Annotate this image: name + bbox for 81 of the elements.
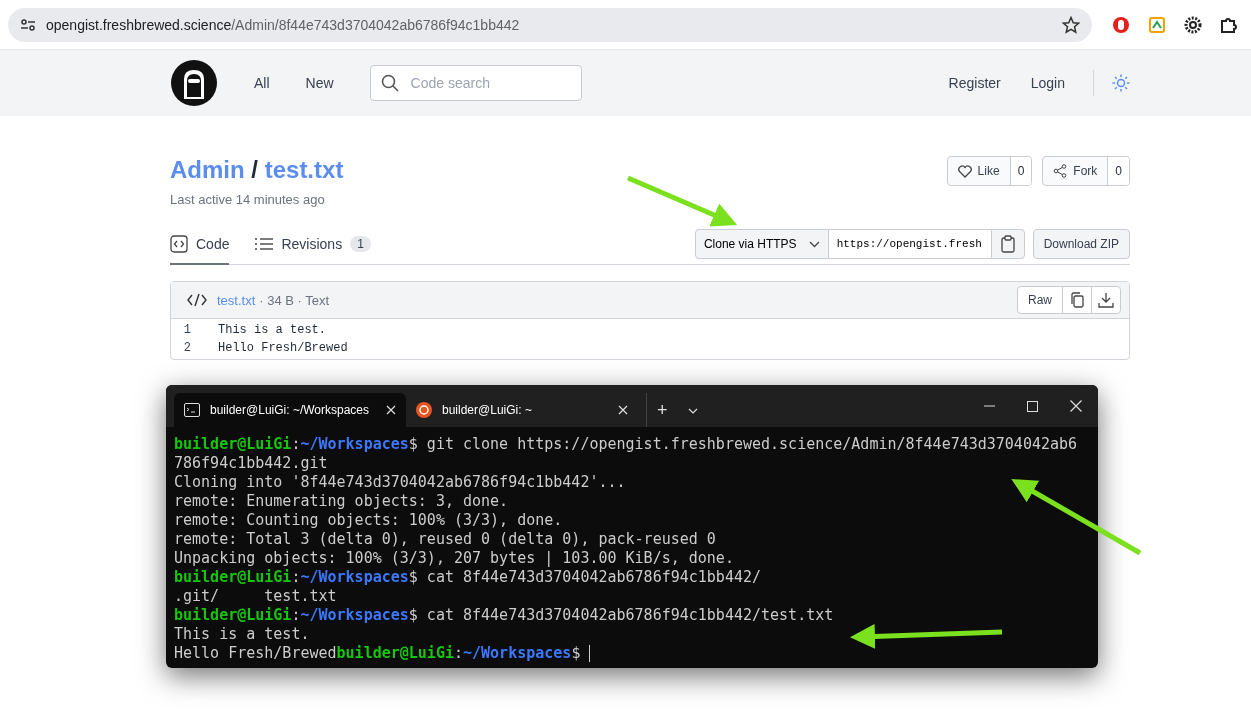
prompt-user: builder@LuiGi	[174, 568, 292, 586]
terminal-text: :	[291, 435, 301, 453]
terminal-tab[interactable]: builder@LuiGi: ~	[406, 393, 638, 427]
nav-link[interactable]: All	[254, 75, 270, 91]
chevron-down-icon[interactable]	[687, 408, 698, 414]
code-line: This is a test.	[218, 323, 327, 337]
chevron-down-icon	[808, 240, 820, 248]
nav-link[interactable]: New	[305, 75, 334, 91]
terminal-text: $ git clone https://opengist.freshbrewed.science/Admin/8f44e743d3704042ab6	[408, 435, 1078, 453]
prompt-path: ~/Workspaces	[300, 606, 409, 624]
last-active-text: Last active 14 minutes ago	[170, 192, 326, 207]
nav-link[interactable]: Register	[948, 75, 1001, 91]
file-meta: · 34 B · Text	[259, 292, 330, 308]
fork-count: 0	[1107, 157, 1129, 185]
terminal-icon	[184, 403, 200, 417]
extension-icon[interactable]	[1112, 15, 1130, 34]
maximize-icon[interactable]	[1027, 400, 1038, 412]
prompt-user: builder@LuiGi	[336, 644, 454, 662]
title-separator: /	[251, 156, 258, 183]
terminal-text: This is a test.	[174, 625, 310, 643]
star-icon[interactable]	[1062, 15, 1080, 34]
code-icon	[170, 235, 188, 253]
terminal-text: Unpacking objects: 100% (3/3), 207 bytes | 103.00 KiB/s, done.	[174, 549, 734, 567]
terminal-text: remote: Counting objects: 100% (3/3), done.	[174, 511, 563, 529]
terminal-text: :	[291, 568, 301, 586]
terminal-text: :	[453, 644, 463, 662]
terminal-text: 786f94c1bb442.git	[174, 454, 328, 472]
prompt-path: ~/Workspaces	[300, 435, 409, 453]
terminal-text: $ cat 8f44e743d3704042ab6786f94c1bb442/	[408, 568, 761, 586]
copy-button[interactable]	[990, 229, 1025, 259]
nav-link[interactable]: Login	[1030, 75, 1065, 91]
terminal-tab-title: builder@LuiGi: ~	[442, 403, 532, 417]
address-bar[interactable]: opengist.freshbrewed.science/Admin/8f44e743d3704042ab6786f94c1bb442	[8, 7, 1092, 42]
code-icon	[187, 293, 207, 307]
clone-method-dropdown[interactable]: Clone via HTTPS	[694, 229, 829, 259]
extension-icon[interactable]	[1148, 15, 1166, 34]
like-count: 0	[1009, 157, 1032, 185]
terminal-text: remote: Total 3 (delta 0), reused 0 (delta 0), pack-reused 0	[174, 530, 716, 548]
terminal-text: Hello Fresh/Brewed	[174, 644, 337, 662]
new-tab-button[interactable]: +	[646, 393, 678, 427]
site-settings-icon[interactable]	[20, 17, 36, 32]
url-text: opengist.freshbrewed.science/Admin/8f44e743d3704042ab6786f94c1bb442	[46, 16, 520, 33]
terminal-tab-title: builder@LuiGi: ~/Workspaces	[210, 403, 370, 417]
tab[interactable]: Revisions 1	[255, 235, 371, 265]
terminal-text: Cloning into '8f44e743d3704042ab6786f94c1bb442'...	[174, 473, 626, 491]
share-icon	[1053, 164, 1068, 178]
revision-count: 1	[350, 236, 371, 252]
prompt-path: ~/Workspaces	[300, 568, 409, 586]
code-line: Hello Fresh/Brewed	[218, 341, 348, 355]
prompt-path: ~/Workspaces	[463, 644, 572, 662]
list-icon	[255, 237, 274, 251]
clone-url-field[interactable]: https://opengist.fresh	[828, 229, 991, 259]
heart-icon	[957, 164, 972, 178]
copy-icon	[1069, 292, 1085, 308]
line-number: 2	[182, 341, 191, 355]
clipboard-icon	[999, 235, 1016, 253]
tab[interactable]: Code	[170, 235, 230, 265]
terminal-text: remote: Enumerating objects: 3, done.	[174, 492, 509, 510]
gear-icon[interactable]	[1184, 15, 1202, 34]
fork-button[interactable]: Fork	[1043, 157, 1108, 185]
terminal-text: :	[291, 606, 301, 624]
terminal-text: $	[571, 644, 582, 662]
close-icon[interactable]	[1070, 400, 1082, 412]
raw-button[interactable]: Raw	[1018, 287, 1062, 313]
terminal-text: .git/ test.txt	[174, 587, 337, 605]
terminal-text: $ cat 8f44e743d3704042ab6786f94c1bb442/test.txt	[408, 606, 834, 624]
logo-icon[interactable]	[170, 59, 218, 107]
close-icon[interactable]	[386, 405, 396, 415]
terminal-cursor	[589, 645, 591, 662]
like-button[interactable]: Like	[947, 157, 1010, 185]
terminal-tab[interactable]: builder@LuiGi: ~/Workspaces	[174, 393, 406, 427]
line-number: 1	[182, 323, 191, 337]
ubuntu-icon	[416, 402, 432, 418]
download-zip-button[interactable]: Download ZIP	[1032, 229, 1130, 259]
search-field[interactable]: Code search	[369, 65, 582, 101]
prompt-user: builder@LuiGi	[174, 606, 292, 624]
download-icon	[1098, 292, 1114, 308]
puzzle-icon[interactable]	[1220, 15, 1238, 34]
prompt-user: builder@LuiGi	[174, 435, 292, 453]
close-icon[interactable]	[618, 405, 628, 415]
sun-icon[interactable]	[1112, 74, 1130, 92]
